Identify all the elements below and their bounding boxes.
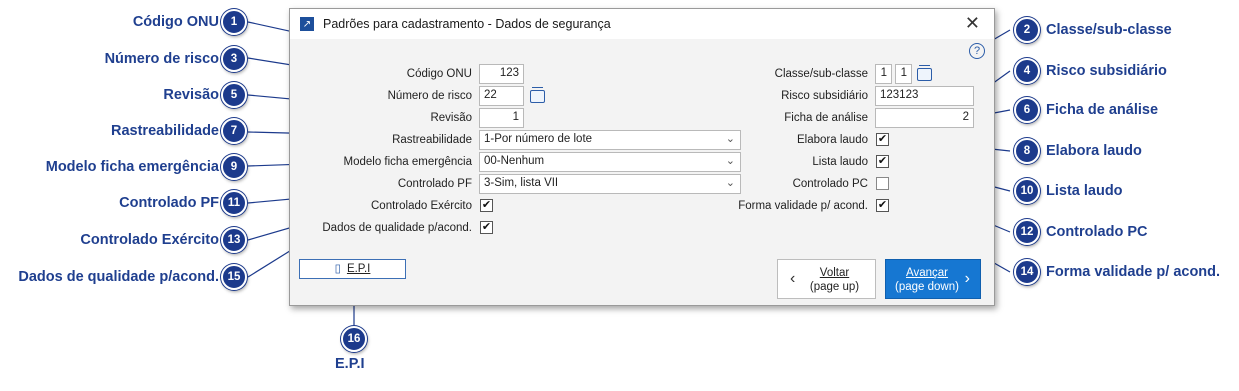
- callout-badge-15: 15: [221, 264, 247, 290]
- rastreabilidade-select[interactable]: 1-Por número de lote ⌄: [479, 130, 741, 150]
- risco-subsidiario-label: Risco subsidiário: [781, 90, 868, 102]
- callout-badge-8: 8: [1014, 138, 1040, 164]
- callout-label-rastreabilidade: Rastreabilidade: [111, 123, 219, 139]
- callout-badge-1: 1: [221, 9, 247, 35]
- controlado-exercito-label: Controlado Exército: [371, 200, 472, 212]
- callout-badge-5: 5: [221, 82, 247, 108]
- elabora-laudo-checkbox[interactable]: ✔: [876, 133, 889, 146]
- epi-button-label: E.P.I: [346, 263, 371, 275]
- forma-validade-checkbox[interactable]: ✔: [876, 199, 889, 212]
- controlado-pf-label: Controlado PF: [397, 178, 472, 190]
- rastreabilidade-label: Rastreabilidade: [392, 134, 472, 146]
- risco-subsidiario-input[interactable]: 123123: [875, 86, 974, 106]
- rastreabilidade-value: 1-Por número de lote: [484, 133, 593, 145]
- next-button[interactable]: Avançar (page down) ›: [885, 259, 981, 299]
- chevron-down-icon: ⌄: [725, 133, 735, 145]
- security-defaults-dialog: ↗ Padrões para cadastramento - Dados de …: [289, 8, 995, 306]
- callout-label-controlado-exercito: Controlado Exército: [80, 232, 219, 248]
- callout-label-lista-laudo: Lista laudo: [1046, 183, 1123, 199]
- lista-laudo-label: Lista laudo: [812, 156, 868, 168]
- revisao-label: Revisão: [430, 112, 472, 124]
- ficha-analise-input[interactable]: 2: [875, 108, 974, 128]
- classe-input[interactable]: 1: [875, 64, 892, 84]
- callout-badge-9: 9: [221, 154, 247, 180]
- bottle-icon: ▯: [334, 263, 341, 275]
- callout-label-controlado-pf: Controlado PF: [119, 195, 219, 211]
- dados-qualidade-checkbox[interactable]: ✔: [480, 221, 493, 234]
- lookup-stack-icon[interactable]: [917, 65, 932, 81]
- app-arrow-icon: ↗: [300, 17, 314, 31]
- modelo-ficha-select[interactable]: 00-Nenhum ⌄: [479, 152, 741, 172]
- dialog-title: Padrões para cadastramento - Dados de se…: [323, 17, 611, 31]
- callout-label-classe-subclasse: Classe/sub-classe: [1046, 22, 1172, 38]
- codigo-onu-label: Código ONU: [406, 68, 472, 80]
- callout-badge-16: 16: [341, 326, 367, 352]
- callout-label-codigo-onu: Código ONU: [132, 14, 219, 30]
- next-button-shortcut: (page down): [895, 281, 959, 293]
- controlado-pc-label: Controlado PC: [792, 178, 868, 190]
- callout-badge-7: 7: [221, 118, 247, 144]
- lookup-stack-icon[interactable]: [530, 87, 545, 103]
- callout-badge-12: 12: [1014, 219, 1040, 245]
- elabora-laudo-label: Elabora laudo: [797, 134, 868, 146]
- modelo-ficha-value: 00-Nenhum: [484, 155, 545, 167]
- back-button-label: Voltar: [819, 267, 850, 279]
- lista-laudo-checkbox[interactable]: ✔: [876, 155, 889, 168]
- callout-label-revisao: Revisão: [163, 87, 219, 103]
- back-button-shortcut: (page up): [809, 281, 860, 293]
- chevron-down-icon: ⌄: [725, 177, 735, 189]
- next-button-label: Avançar: [906, 267, 948, 279]
- callout-label-epi: E.P.I: [335, 356, 365, 372]
- callout-badge-6: 6: [1014, 97, 1040, 123]
- subclasse-input[interactable]: 1: [895, 64, 912, 84]
- callout-badge-11: 11: [221, 190, 247, 216]
- callout-badge-3: 3: [221, 46, 247, 72]
- controlado-exercito-checkbox[interactable]: ✔: [480, 199, 493, 212]
- codigo-onu-input[interactable]: 123: [479, 64, 524, 84]
- numero-risco-label: Número de risco: [387, 90, 472, 102]
- callout-label-elabora-laudo: Elabora laudo: [1046, 143, 1142, 159]
- callout-label-controlado-pc: Controlado PC: [1046, 224, 1148, 240]
- forma-validade-label: Forma validade p/ acond.: [738, 200, 868, 212]
- close-button[interactable]: ✕: [965, 13, 980, 34]
- back-button[interactable]: ‹ Voltar (page up): [777, 259, 876, 299]
- callout-badge-10: 10: [1014, 178, 1040, 204]
- dados-qualidade-label: Dados de qualidade p/acond.: [322, 222, 472, 234]
- dialog-titlebar: ↗ Padrões para cadastramento - Dados de …: [290, 9, 994, 39]
- callout-badge-14: 14: [1014, 259, 1040, 285]
- ficha-analise-label: Ficha de análise: [784, 112, 868, 124]
- controlado-pf-value: 3-Sim, lista VII: [484, 177, 559, 189]
- epi-button[interactable]: ▯ E.P.I: [299, 259, 406, 279]
- callout-badge-4: 4: [1014, 58, 1040, 84]
- modelo-ficha-label: Modelo ficha emergência: [343, 156, 473, 168]
- callout-label-numero-risco: Número de risco: [104, 51, 219, 67]
- revisao-input[interactable]: 1: [479, 108, 524, 128]
- controlado-pf-select[interactable]: 3-Sim, lista VII ⌄: [479, 174, 741, 194]
- callout-label-risco-subsidiario: Risco subsidiário: [1046, 63, 1167, 79]
- callout-badge-13: 13: [221, 227, 247, 253]
- classe-subclasse-label: Classe/sub-classe: [774, 68, 868, 80]
- chevron-right-icon: ›: [964, 270, 970, 287]
- callout-label-ficha-analise: Ficha de análise: [1046, 102, 1159, 118]
- callout-label-dados-qualidade: Dados de qualidade p/acond.: [18, 269, 219, 285]
- numero-risco-input[interactable]: 22: [479, 86, 524, 106]
- callout-label-forma-validade: Forma validade p/ acond.: [1046, 264, 1221, 280]
- callout-badge-2: 2: [1014, 17, 1040, 43]
- help-icon[interactable]: ?: [969, 43, 985, 59]
- controlado-pc-checkbox[interactable]: [876, 177, 889, 190]
- chevron-down-icon: ⌄: [725, 155, 735, 167]
- callout-label-modelo-ficha: Modelo ficha emergência: [45, 159, 219, 175]
